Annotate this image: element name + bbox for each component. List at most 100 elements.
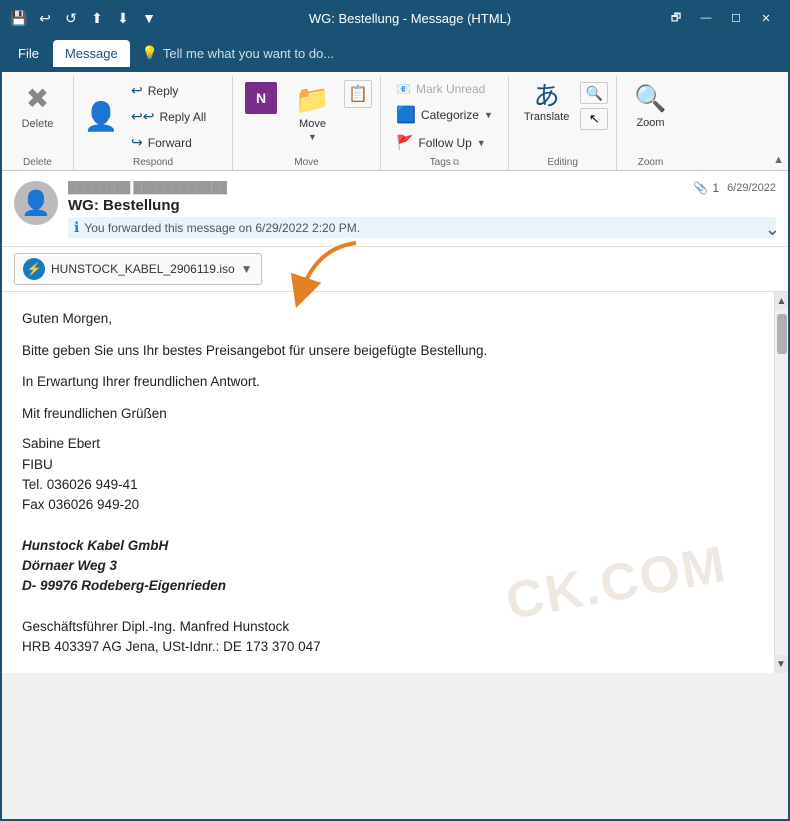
- ribbon-respond-content: 👤 ↩ Reply ↩↩ Reply All ↪ Forward: [82, 78, 224, 155]
- upload-icon[interactable]: ⬆: [88, 9, 106, 27]
- cursor-icon[interactable]: ↖: [580, 108, 608, 130]
- ribbon-tags-content: 📧 Mark Unread 🟦 Categorize ▼ 🚩 Follow Up…: [389, 78, 500, 155]
- menu-bar: File Message 💡: [2, 34, 788, 72]
- reply-button[interactable]: ↩ Reply: [124, 78, 224, 103]
- email-date: 6/29/2022: [727, 182, 776, 194]
- reply-all-button[interactable]: ↩↩ Reply All: [124, 104, 224, 129]
- sig-fax: Fax 036026 949-20: [22, 495, 754, 515]
- email-container: 👤 ████████ ████████████ 📎 1 6/29/2022 WG…: [2, 171, 788, 673]
- dropdown-icon[interactable]: ▼: [140, 9, 158, 27]
- ribbon-editing-content: あ Translate 🔍 ↖: [517, 78, 608, 155]
- mark-unread-button[interactable]: 📧 Mark Unread: [389, 78, 500, 100]
- follow-up-label: Follow Up: [418, 136, 471, 150]
- translate-icon: あ: [534, 83, 560, 109]
- forward-label: Forward: [148, 136, 192, 150]
- ribbon-group-move: N 📁 Move ▼ 📋 Move: [233, 76, 381, 170]
- sig-address1: Dörnaer Weg 3: [22, 556, 754, 576]
- expand-button[interactable]: ⌄: [765, 219, 780, 240]
- delete-group-label: Delete: [23, 157, 52, 170]
- avatar: 👤: [14, 181, 58, 225]
- sig-geschaeftsfuehrer: Geschäftsführer Dipl.-Ing. Manfred Hunst…: [22, 617, 754, 637]
- attachment-dropdown-icon[interactable]: ▼: [241, 262, 253, 276]
- ribbon: ✖ Delete Delete 👤 ↩ Reply ↩↩ Reply All: [2, 72, 788, 171]
- respond-buttons: ↩ Reply ↩↩ Reply All ↪ Forward: [124, 78, 224, 155]
- tags-group-label: Tags: [430, 157, 451, 170]
- scroll-down-btn[interactable]: ▼: [774, 655, 788, 673]
- maximize-btn[interactable]: ☐: [722, 8, 750, 28]
- attachment-badge: 📎 1: [693, 181, 719, 195]
- move-group-label: Move: [294, 157, 318, 170]
- ribbon-group-tags: 📧 Mark Unread 🟦 Categorize ▼ 🚩 Follow Up…: [381, 76, 509, 170]
- delete-button[interactable]: ✖ Delete: [10, 78, 65, 134]
- window-controls: 🗗 — ☐ ✕: [662, 8, 780, 28]
- categorize-button[interactable]: 🟦 Categorize ▼: [389, 101, 500, 129]
- closing: Mit freundlichen Grüßen: [22, 403, 754, 425]
- forwarded-notice: ℹ You forwarded this message on 6/29/202…: [68, 217, 776, 238]
- attachment-chip[interactable]: ⚡ HUNSTOCK_KABEL_2906119.iso ▼: [14, 253, 262, 285]
- more-move-btn[interactable]: 📋: [344, 80, 372, 108]
- menu-message[interactable]: Message: [53, 40, 130, 67]
- sender-row: ████████ ████████████ 📎 1 6/29/2022: [68, 181, 776, 195]
- ribbon-move-content: N 📁 Move ▼ 📋: [241, 78, 372, 155]
- scroll-thumb[interactable]: [777, 314, 787, 354]
- reply-all-icon: ↩↩: [131, 108, 154, 125]
- email-meta: ████████ ████████████ 📎 1 6/29/2022 WG: …: [68, 181, 776, 238]
- email-subject: WG: Bestellung: [68, 197, 776, 214]
- attachment-area: ⚡ HUNSTOCK_KABEL_2906119.iso ▼: [2, 247, 788, 292]
- email-body-wrapper: Guten Morgen, Bitte geben Sie uns Ihr be…: [2, 292, 788, 673]
- restore-down-btn[interactable]: 🗗: [662, 8, 690, 28]
- body-line1: Bitte geben Sie uns Ihr bestes Preisange…: [22, 340, 754, 362]
- tell-me-box[interactable]: 💡: [142, 45, 343, 61]
- categorize-label: Categorize: [421, 108, 479, 122]
- attachment-count: 1: [712, 181, 719, 195]
- sig-address2: D- 99976 Rodeberg-Eigenrieden: [22, 576, 754, 596]
- title-bar-left: 💾 ↩ ↺ ⬆ ⬇ ▼: [10, 9, 158, 27]
- signature-block: Sabine Ebert FIBU Tel. 036026 949-41 Fax…: [22, 434, 754, 657]
- undo-icon[interactable]: ↩: [36, 9, 54, 27]
- delete-icon: ✖: [26, 82, 49, 115]
- tags-expand-icon[interactable]: ⧉: [453, 157, 459, 168]
- zoom-label: Zoom: [636, 117, 664, 129]
- follow-up-icon: 🚩: [396, 134, 413, 151]
- save-icon[interactable]: 💾: [10, 9, 28, 27]
- search-ribbon-icon[interactable]: 🔍: [580, 82, 608, 104]
- translate-label: Translate: [524, 111, 569, 124]
- mark-unread-icon: 📧: [396, 82, 411, 96]
- editing-group-label: Editing: [547, 157, 578, 170]
- minimize-btn[interactable]: —: [692, 8, 720, 28]
- email-body: Guten Morgen, Bitte geben Sie uns Ihr be…: [2, 292, 774, 673]
- sig-hrb: HRB 403397 AG Jena, USt-Idnr.: DE 173 37…: [22, 637, 754, 657]
- body-line2: In Erwartung Ihrer freundlichen Antwort.: [22, 371, 754, 393]
- menu-file[interactable]: File: [6, 40, 51, 67]
- sender-name: ████████ ████████████: [68, 182, 227, 194]
- mark-unread-label: Mark Unread: [416, 82, 485, 96]
- delete-label: Delete: [22, 118, 54, 130]
- scroll-track: ▲ ▼: [774, 292, 788, 673]
- sig-company: Hunstock Kabel GmbH: [22, 536, 754, 556]
- move-button[interactable]: 📁 Move ▼: [285, 78, 340, 147]
- redo-icon[interactable]: ↺: [62, 9, 80, 27]
- collapse-ribbon-btn[interactable]: ▲: [769, 152, 788, 168]
- close-btn[interactable]: ✕: [752, 8, 780, 28]
- download-icon[interactable]: ⬇: [114, 9, 132, 27]
- reply-label: Reply: [148, 84, 179, 98]
- sig-name: Sabine Ebert: [22, 434, 754, 454]
- ribbon-zoom-content: 🔍 Zoom: [625, 78, 675, 155]
- ribbon-group-delete: ✖ Delete Delete: [2, 76, 74, 170]
- zoom-group-label: Zoom: [638, 157, 664, 170]
- info-icon: ℹ: [74, 219, 79, 236]
- title-bar: 💾 ↩ ↺ ⬆ ⬇ ▼ WG: Bestellung - Message (HT…: [2, 2, 788, 34]
- categorize-icon: 🟦: [396, 105, 416, 125]
- sig-tel: Tel. 036026 949-41: [22, 475, 754, 495]
- follow-up-button[interactable]: 🚩 Follow Up ▼: [389, 130, 500, 155]
- translate-button[interactable]: あ Translate: [517, 78, 576, 129]
- zoom-icon: 🔍: [634, 83, 666, 114]
- forward-button[interactable]: ↪ Forward: [124, 130, 224, 155]
- zoom-button[interactable]: 🔍 Zoom: [625, 78, 675, 134]
- paperclip-icon: 📎: [693, 181, 708, 195]
- ribbon-group-zoom: 🔍 Zoom Zoom: [617, 76, 683, 170]
- ribbon-group-respond: 👤 ↩ Reply ↩↩ Reply All ↪ Forward: [74, 76, 233, 170]
- scroll-up-btn[interactable]: ▲: [775, 292, 789, 310]
- tell-me-input[interactable]: [163, 46, 343, 61]
- move-label: Move: [299, 118, 326, 130]
